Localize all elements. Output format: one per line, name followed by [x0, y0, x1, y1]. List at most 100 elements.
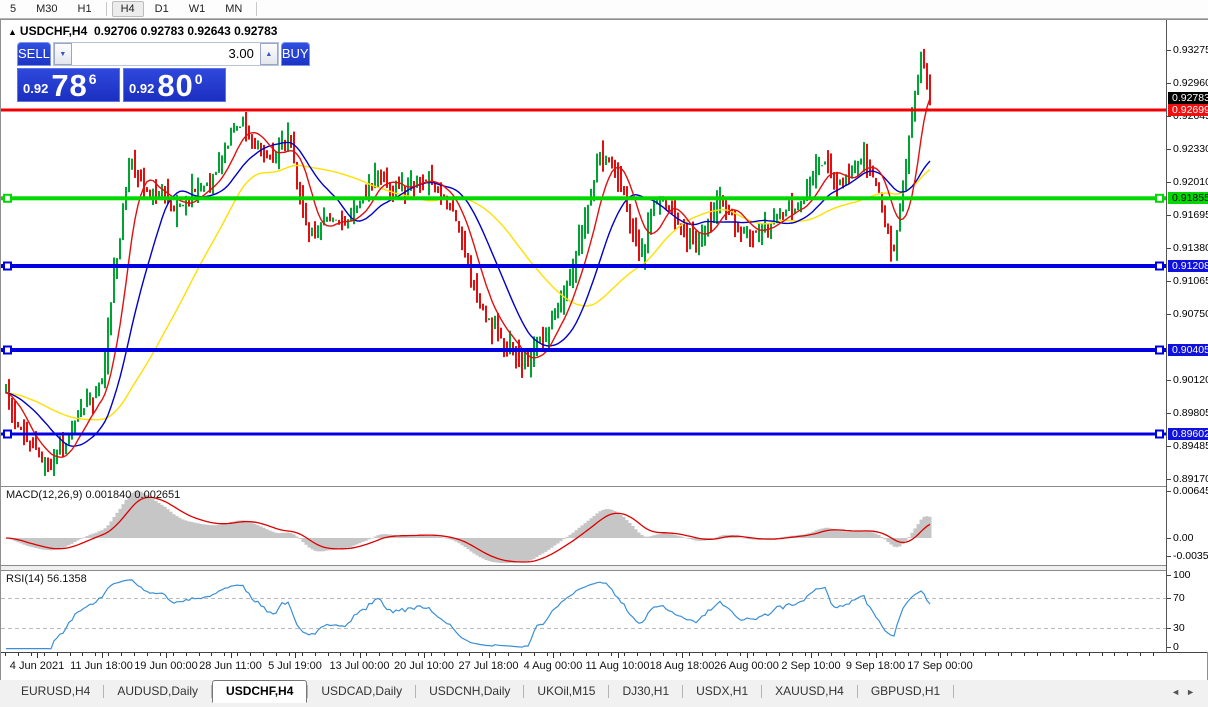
sell-button[interactable]: SELL — [17, 42, 51, 66]
up-bar — [89, 392, 91, 406]
timeframe-button-mn[interactable]: MN — [216, 1, 251, 17]
timeframe-button-h1[interactable]: H1 — [69, 1, 101, 17]
macd-bar — [868, 531, 872, 538]
up-bar — [347, 219, 349, 229]
chart-tab-eurusd-h4[interactable]: EURUSD,H4 — [8, 681, 103, 702]
buy-button[interactable]: BUY — [280, 42, 310, 66]
macd-bar — [124, 499, 128, 538]
volume-input[interactable] — [71, 43, 260, 65]
down-bar — [434, 183, 436, 193]
time-axis-major-tick — [488, 653, 490, 658]
time-axis[interactable]: 4 Jun 2021 11 Jun 18:00 19 Jun 00:00 28 Jun… — [1, 652, 1207, 680]
up-bar — [182, 204, 184, 207]
time-axis-major-tick — [295, 653, 296, 658]
macd-bar — [55, 538, 59, 550]
macd-bar — [517, 538, 521, 563]
time-axis-minor-tick — [301, 653, 303, 656]
time-axis-minor-tick — [533, 653, 535, 656]
tick-dash — [1167, 149, 1171, 150]
sell-price-display[interactable]: 0.92 78 6 — [17, 68, 120, 102]
timeframe-button-w1[interactable]: W1 — [180, 1, 215, 17]
up-bar — [554, 308, 556, 320]
volume-decrease-button[interactable]: ▼ — [53, 43, 72, 65]
timeframe-button-5[interactable]: 5 — [1, 1, 25, 17]
time-axis-minor-tick — [237, 653, 239, 656]
tick-dash — [1167, 446, 1171, 447]
volume-increase-button[interactable]: ▲ — [259, 43, 278, 65]
macd-bar — [604, 509, 608, 538]
macd-bar — [523, 538, 527, 562]
chart-tab-usdcad-daily[interactable]: USDCAD,Daily — [308, 681, 415, 702]
up-bar — [203, 185, 205, 192]
one-click-trade-panel: SELL ▼ ▲ BUY 0.92 78 6 0.92 80 0 — [17, 42, 310, 102]
time-axis-minor-tick — [134, 653, 135, 656]
macd-bar — [76, 538, 80, 541]
down-bar — [329, 213, 331, 222]
time-axis-minor-tick — [791, 653, 793, 656]
rsi-indicator-canvas[interactable] — [1, 571, 1166, 652]
timeframe-button-m30[interactable]: M30 — [27, 1, 66, 17]
macd-bar — [379, 534, 383, 538]
buy-price-display[interactable]: 0.92 80 0 — [123, 68, 226, 102]
macd-bar — [268, 530, 272, 538]
horizontal-level-line — [1, 108, 1166, 112]
up-bar — [83, 408, 85, 416]
up-bar — [689, 228, 691, 250]
down-bar — [890, 225, 892, 262]
up-bar — [908, 135, 910, 174]
chart-tab-usdx-h1[interactable]: USDX,H1 — [683, 681, 761, 702]
macd-bar — [853, 531, 857, 538]
time-axis-major-tick — [746, 653, 748, 658]
up-bar — [854, 160, 856, 174]
time-axis-minor-tick — [882, 653, 884, 656]
macd-bar — [244, 520, 248, 538]
down-bar — [32, 437, 34, 449]
macd-bar — [259, 526, 263, 538]
up-bar — [713, 202, 715, 223]
down-bar — [269, 154, 271, 160]
up-bar — [215, 171, 217, 176]
time-axis-minor-tick — [379, 653, 381, 656]
macd-axis-tick: -0.003507 — [1167, 551, 1208, 562]
tick-dash — [1167, 413, 1171, 414]
down-bar — [827, 150, 829, 174]
down-bar — [875, 177, 877, 187]
macd-bar — [256, 525, 260, 538]
up-bar — [317, 225, 319, 239]
down-bar — [164, 186, 166, 204]
price-axis[interactable]: 0.93275 0.92960 0.92645 0.92330 0.92010 0.916… — [1166, 20, 1208, 653]
up-bar — [569, 268, 571, 286]
time-axis-minor-tick — [430, 653, 432, 656]
macd-bar — [271, 531, 275, 538]
macd-bar — [163, 506, 167, 538]
macd-bar — [241, 520, 245, 538]
timeframe-button-h4[interactable]: H4 — [111, 1, 144, 17]
chart-tab-usdcnh-daily[interactable]: USDCNH,Daily — [416, 681, 523, 702]
chart-tab-usdchf-h4[interactable]: USDCHF,H4 — [212, 680, 308, 703]
macd-bar — [229, 522, 233, 538]
macd-bar — [367, 538, 371, 540]
tab-scroll-arrows: ◄► — [1171, 687, 1201, 697]
chart-tab-gbpusd-h1[interactable]: GBPUSD,H1 — [858, 681, 953, 702]
macd-bar — [559, 538, 563, 542]
up-bar — [911, 107, 913, 138]
macd-bar — [655, 534, 659, 538]
chart-tab-audusd-daily[interactable]: AUDUSD,Daily — [104, 681, 211, 702]
macd-bar — [67, 538, 71, 546]
price-axis-tick: 0.92010 — [1167, 177, 1208, 188]
chart-tab-dj30-h1[interactable]: DJ30,H1 — [609, 681, 682, 702]
up-bar — [896, 230, 898, 261]
tab-scroll-left-icon[interactable]: ◄ — [1171, 687, 1186, 697]
chart-tab-xauusd-h4[interactable]: XAUUSD,H4 — [762, 681, 857, 702]
time-axis-minor-tick — [69, 653, 71, 656]
macd-bar — [127, 495, 131, 538]
timeframe-button-d1[interactable]: D1 — [146, 1, 178, 17]
buy-price-sup: 0 — [194, 71, 203, 87]
tab-scroll-right-icon[interactable]: ► — [1186, 687, 1201, 697]
time-axis-minor-tick — [1088, 653, 1090, 656]
time-axis-label: 11 Aug 10:00 — [585, 660, 650, 672]
time-axis-minor-tick — [779, 653, 780, 656]
macd-bar — [547, 538, 551, 550]
chart-tab-ukoil-m15[interactable]: UKOil,M15 — [524, 681, 608, 702]
up-bar — [815, 154, 817, 189]
